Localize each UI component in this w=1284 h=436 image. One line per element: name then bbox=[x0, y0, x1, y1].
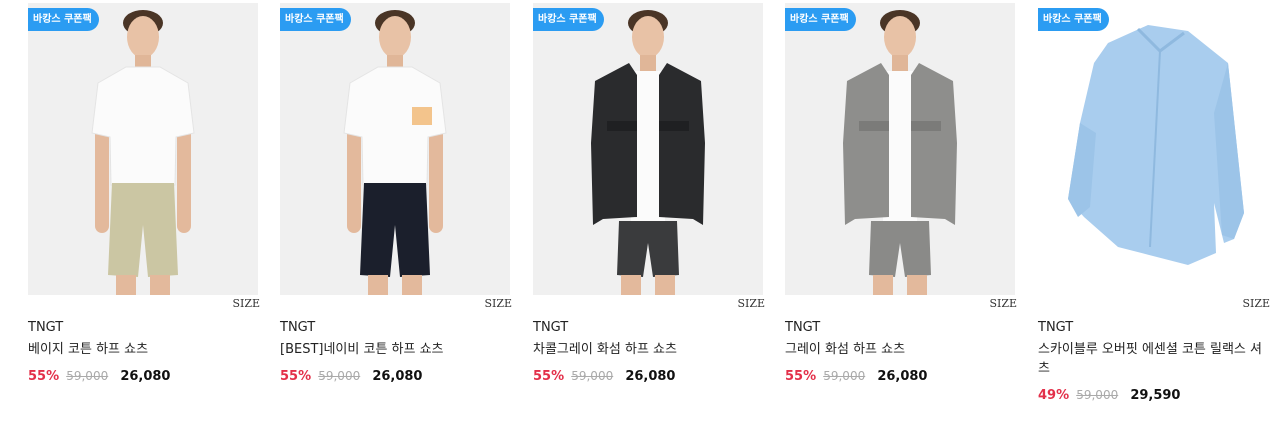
coupon-badge: 바캉스 쿠폰팩 bbox=[28, 8, 99, 31]
price-row: 55% 59,000 26,080 bbox=[785, 365, 1015, 384]
discount-rate: 55% bbox=[785, 369, 817, 384]
sale-price: 26,080 bbox=[120, 369, 171, 384]
product-image[interactable]: 바캉스 쿠폰팩 bbox=[1038, 3, 1268, 295]
coupon-badge: 바캉스 쿠폰팩 bbox=[533, 8, 604, 31]
original-price: 59,000 bbox=[1076, 388, 1119, 402]
brand-name[interactable]: TNGT bbox=[1038, 319, 1268, 337]
size-link[interactable]: SIZE bbox=[28, 296, 260, 312]
sale-price: 26,080 bbox=[372, 369, 423, 384]
sale-price: 26,080 bbox=[877, 369, 928, 384]
product-name[interactable]: 그레이 화섬 하프 쇼츠 bbox=[785, 340, 1015, 359]
product-card[interactable]: 바캉스 쿠폰팩 SIZE TNGT 그레이 화섬 하프 쇼츠 55% 59,00… bbox=[785, 3, 1017, 384]
discount-rate: 55% bbox=[28, 369, 60, 384]
coupon-badge: 바캉스 쿠폰팩 bbox=[785, 8, 856, 31]
product-card[interactable]: 바캉스 쿠폰팩 SIZE TNGT 베이지 코튼 하프 쇼츠 55% 59,00… bbox=[28, 3, 260, 384]
original-price: 59,000 bbox=[318, 369, 361, 383]
product-name[interactable]: 차콜그레이 화섬 하프 쇼츠 bbox=[533, 340, 763, 359]
brand-name[interactable]: TNGT bbox=[785, 319, 1015, 337]
sale-price: 29,590 bbox=[1130, 388, 1181, 403]
product-grid: 바캉스 쿠폰팩 SIZE TNGT 베이지 코튼 하프 쇼츠 55% 59,00… bbox=[0, 0, 1284, 436]
price-row: 55% 59,000 26,080 bbox=[533, 365, 763, 384]
size-link[interactable]: SIZE bbox=[1038, 296, 1270, 312]
product-name[interactable]: 스카이블루 오버핏 에센셜 코튼 릴랙스 셔츠 bbox=[1038, 340, 1268, 378]
size-link[interactable]: SIZE bbox=[785, 296, 1017, 312]
product-card[interactable]: 바캉스 쿠폰팩 SIZE TNGT 차콜그레이 화섬 하프 쇼츠 55% 59,… bbox=[533, 3, 765, 384]
product-card[interactable]: 바캉스 쿠폰팩 SIZE TNGT 스카이블루 오버핏 에센셜 코튼 릴랙스 셔… bbox=[1038, 3, 1270, 403]
price-row: 49% 59,000 29,590 bbox=[1038, 384, 1268, 403]
price-row: 55% 59,000 26,080 bbox=[28, 365, 258, 384]
price-row: 55% 59,000 26,080 bbox=[280, 365, 510, 384]
coupon-badge: 바캉스 쿠폰팩 bbox=[1038, 8, 1109, 31]
discount-rate: 55% bbox=[533, 369, 565, 384]
brand-name[interactable]: TNGT bbox=[533, 319, 763, 337]
product-name[interactable]: 베이지 코튼 하프 쇼츠 bbox=[28, 340, 258, 359]
original-price: 59,000 bbox=[823, 369, 866, 383]
product-image[interactable]: 바캉스 쿠폰팩 bbox=[785, 3, 1015, 295]
brand-name[interactable]: TNGT bbox=[28, 319, 258, 337]
product-card[interactable]: 바캉스 쿠폰팩 SIZE TNGT [BEST]네이비 코튼 하프 쇼츠 55%… bbox=[280, 3, 512, 384]
size-link[interactable]: SIZE bbox=[280, 296, 512, 312]
product-image[interactable]: 바캉스 쿠폰팩 bbox=[28, 3, 258, 295]
product-image[interactable]: 바캉스 쿠폰팩 bbox=[533, 3, 763, 295]
discount-rate: 55% bbox=[280, 369, 312, 384]
discount-rate: 49% bbox=[1038, 388, 1070, 403]
sale-price: 26,080 bbox=[625, 369, 676, 384]
size-link[interactable]: SIZE bbox=[533, 296, 765, 312]
original-price: 59,000 bbox=[66, 369, 109, 383]
product-image[interactable]: 바캉스 쿠폰팩 bbox=[280, 3, 510, 295]
product-name[interactable]: [BEST]네이비 코튼 하프 쇼츠 bbox=[280, 340, 510, 359]
coupon-badge: 바캉스 쿠폰팩 bbox=[280, 8, 351, 31]
brand-name[interactable]: TNGT bbox=[280, 319, 510, 337]
original-price: 59,000 bbox=[571, 369, 614, 383]
